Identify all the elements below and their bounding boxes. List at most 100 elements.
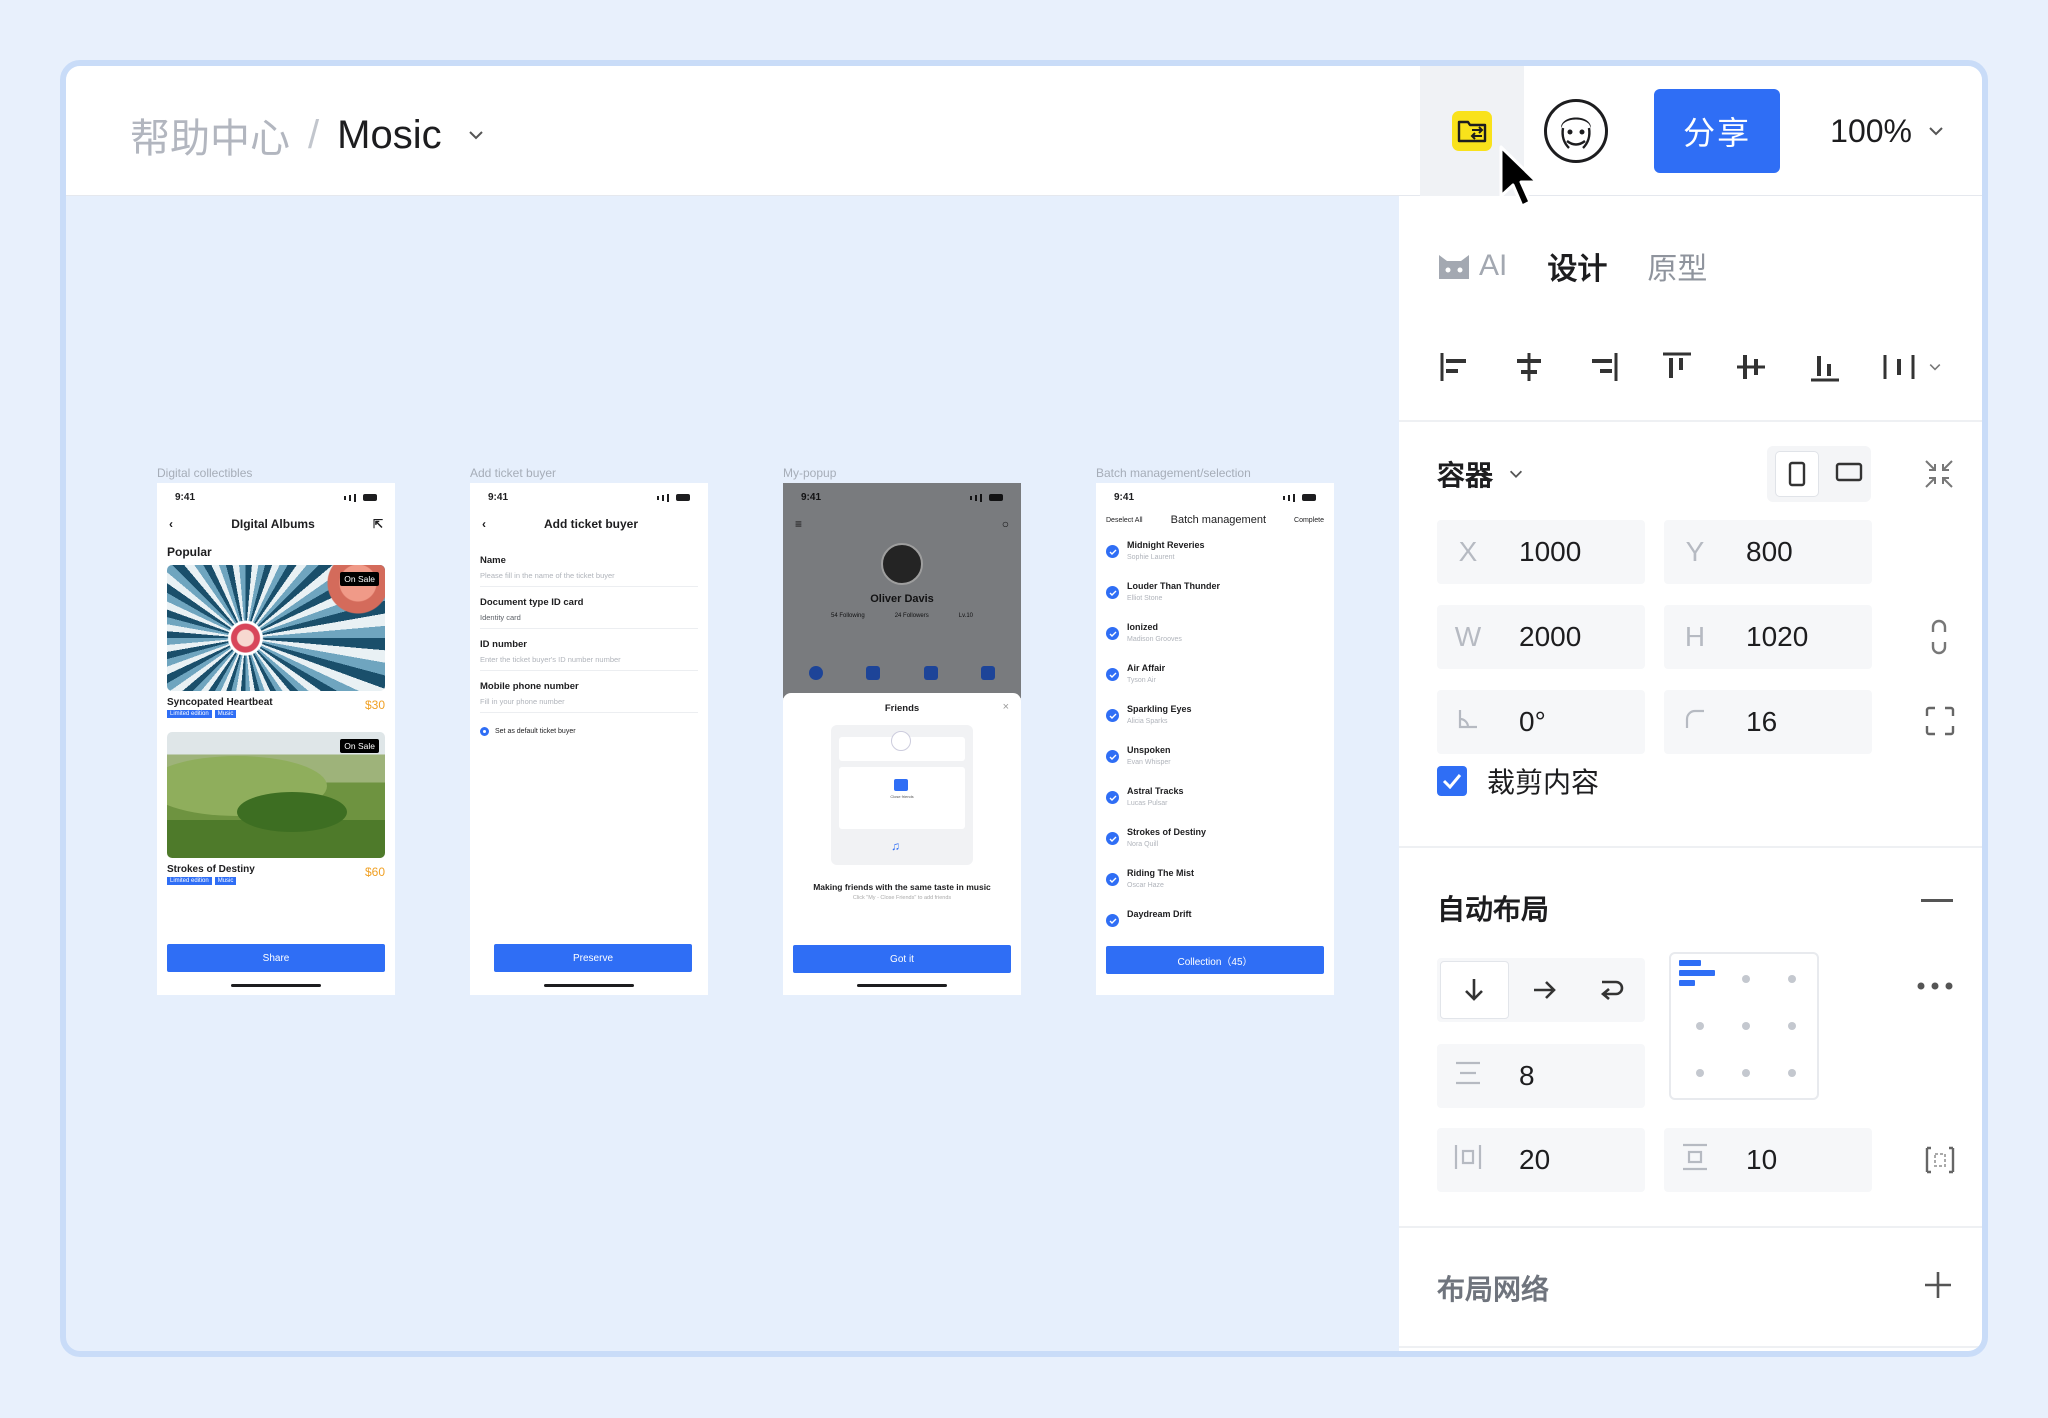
grid-dot[interactable]	[1788, 1022, 1796, 1030]
status-bar: 9:41	[1096, 483, 1334, 503]
list-item[interactable]: Strokes of Destiny Nora Quill	[1096, 824, 1334, 865]
alignment-grid[interactable]	[1669, 952, 1819, 1100]
clip-content-checkbox[interactable]: 裁剪内容	[1437, 761, 1599, 801]
y-label: Y	[1685, 536, 1705, 567]
more-options-icon[interactable]	[1917, 982, 1953, 990]
default-buyer-radio[interactable]: Set as default ticket buyer	[480, 727, 698, 736]
form-field[interactable]: Name Please fill in the name of the ticke…	[480, 545, 698, 587]
checkbox-checked-icon[interactable]	[1106, 709, 1119, 722]
artboard-label[interactable]: My-popup	[783, 466, 836, 480]
align-top-icon[interactable]	[1659, 349, 1695, 385]
corner-radius-input[interactable]: 16	[1664, 690, 1872, 754]
align-horizontal-center-icon[interactable]	[1511, 349, 1547, 385]
landscape-button[interactable]	[1835, 462, 1863, 487]
grid-dot[interactable]	[1788, 1069, 1796, 1077]
share-button[interactable]: 分享	[1654, 89, 1781, 173]
album-card[interactable]: On Sale Strokes of Destiny Limited editi…	[167, 732, 385, 885]
grid-dot[interactable]	[1742, 1022, 1750, 1030]
artboard-add-ticket-buyer[interactable]: 9:41 ‹ Add ticket buyer Name Please fill …	[470, 483, 708, 995]
artboard-my-popup[interactable]: 9:41 ≡ ○ Oliver Davis 54 Following 24 Fol…	[783, 483, 1021, 995]
align-right-icon[interactable]	[1585, 349, 1621, 385]
align-bottom-icon[interactable]	[1807, 349, 1843, 385]
w-value: 2000	[1519, 621, 1582, 652]
list-item[interactable]: Unspoken Evan Whisper	[1096, 742, 1334, 783]
checkbox-checked-icon[interactable]	[1106, 832, 1119, 845]
preserve-button[interactable]: Preserve	[494, 944, 692, 972]
collection-button[interactable]: Collection（45）	[1106, 946, 1324, 974]
collapse-icon[interactable]	[1923, 458, 1955, 490]
list-item[interactable]: Midnight Reveries Sophie Laurent	[1096, 537, 1334, 578]
remove-auto-layout-icon[interactable]	[1921, 898, 1953, 904]
artboard-label[interactable]: Digital collectibles	[157, 466, 252, 480]
checkbox-checked-icon[interactable]	[1106, 914, 1119, 927]
checkbox-checked-icon[interactable]	[1106, 586, 1119, 599]
gap-value: 8	[1519, 1060, 1535, 1091]
zoom-select[interactable]: 100%	[1830, 113, 1946, 150]
grid-dot[interactable]	[1696, 1022, 1704, 1030]
add-icon[interactable]	[1923, 1270, 1953, 1300]
close-icon[interactable]: ×	[1003, 701, 1009, 713]
checkbox-checked-icon[interactable]	[1106, 668, 1119, 681]
list-item[interactable]: Riding The Mist Oscar Haze	[1096, 865, 1334, 906]
checkbox-checked-icon[interactable]	[1106, 627, 1119, 640]
portrait-button[interactable]	[1775, 451, 1819, 497]
checkbox-checked-icon[interactable]	[1106, 545, 1119, 558]
grid-dot[interactable]	[1742, 1069, 1750, 1077]
album-cover: On Sale	[167, 565, 385, 691]
chevron-down-icon[interactable]	[466, 125, 486, 145]
y-input[interactable]: Y 800	[1664, 520, 1872, 584]
form-field[interactable]: Mobile phone number Fill in your phone nu…	[480, 671, 698, 713]
share-button[interactable]: Share	[167, 944, 385, 972]
back-icon[interactable]: ‹	[482, 517, 486, 531]
grid-dot[interactable]	[1696, 1069, 1704, 1077]
direction-horizontal-button[interactable]	[1512, 958, 1579, 1022]
independent-corners-icon[interactable]	[1925, 706, 1955, 736]
tab-prototype[interactable]: 原型	[1647, 244, 1707, 288]
vertical-padding-input[interactable]: 10	[1664, 1128, 1872, 1192]
grid-dot[interactable]	[1788, 975, 1796, 983]
vertical-padding-icon	[1664, 1143, 1726, 1178]
design-canvas[interactable]: Digital collectibles 9:41 ‹ DIgital Albu…	[66, 196, 1399, 1351]
grid-dot[interactable]	[1742, 975, 1750, 983]
width-input[interactable]: W 2000	[1437, 605, 1645, 669]
align-vertical-center-icon[interactable]	[1733, 349, 1769, 385]
checkbox-checked-icon[interactable]	[1106, 873, 1119, 886]
list-item[interactable]: Sparkling Eyes Alicia Sparks	[1096, 701, 1334, 742]
got-it-button[interactable]: Got it	[793, 945, 1011, 973]
independent-padding-icon[interactable]	[1925, 1146, 1955, 1174]
list-item[interactable]: Astral Tracks Lucas Pulsar	[1096, 783, 1334, 824]
deselect-all-button[interactable]: Deselect All	[1106, 517, 1143, 524]
form-field[interactable]: ID number Enter the ticket buyer's ID num…	[480, 629, 698, 671]
horizontal-padding-input[interactable]: 20	[1437, 1128, 1645, 1192]
artboard-label[interactable]: Batch management/selection	[1096, 466, 1251, 480]
rotation-input[interactable]: 0°	[1437, 690, 1645, 754]
project-name[interactable]: Mosic	[337, 113, 441, 158]
list-item[interactable]: Louder Than Thunder Elliot Stone	[1096, 578, 1334, 619]
artboard-batch-management[interactable]: 9:41 Deselect All Batch management Compl…	[1096, 483, 1334, 995]
complete-button[interactable]: Complete	[1294, 517, 1324, 524]
list-item[interactable]: Air Affair Tyson Air	[1096, 660, 1334, 701]
album-card[interactable]: On Sale Syncopated Heartbeat Limited edi…	[167, 565, 385, 718]
constrain-proportions-icon[interactable]	[1927, 618, 1951, 656]
checkbox-checked-icon[interactable]	[1106, 791, 1119, 804]
distribute-dropdown[interactable]	[1881, 349, 1943, 385]
direction-vertical-button[interactable]	[1440, 961, 1509, 1019]
list-item[interactable]: Ionized Madison Grooves	[1096, 619, 1334, 660]
tab-design[interactable]: 设计	[1547, 244, 1607, 288]
artboard-label[interactable]: Add ticket buyer	[470, 466, 556, 480]
back-icon[interactable]: ‹	[169, 517, 173, 531]
height-input[interactable]: H 1020	[1664, 605, 1872, 669]
tab-ai[interactable]: AI	[1437, 249, 1507, 283]
direction-wrap-button[interactable]	[1578, 958, 1645, 1022]
checkbox-checked-icon[interactable]	[1106, 750, 1119, 763]
container-section-title[interactable]: 容器	[1437, 454, 1525, 494]
align-left-icon[interactable]	[1437, 349, 1473, 385]
form-field[interactable]: Document type ID card Identity card	[480, 587, 698, 629]
gap-input[interactable]: 8	[1437, 1044, 1645, 1108]
breadcrumb-root[interactable]: 帮助中心	[130, 106, 290, 164]
signal-battery-icon	[657, 492, 690, 503]
x-input[interactable]: X 1000	[1437, 520, 1645, 584]
artboard-digital-collectibles[interactable]: 9:41 ‹ DIgital Albums ⇱ Popular On Sale …	[157, 483, 395, 995]
track-title: Strokes of Destiny	[1127, 827, 1207, 837]
share-icon[interactable]: ⇱	[373, 517, 383, 531]
